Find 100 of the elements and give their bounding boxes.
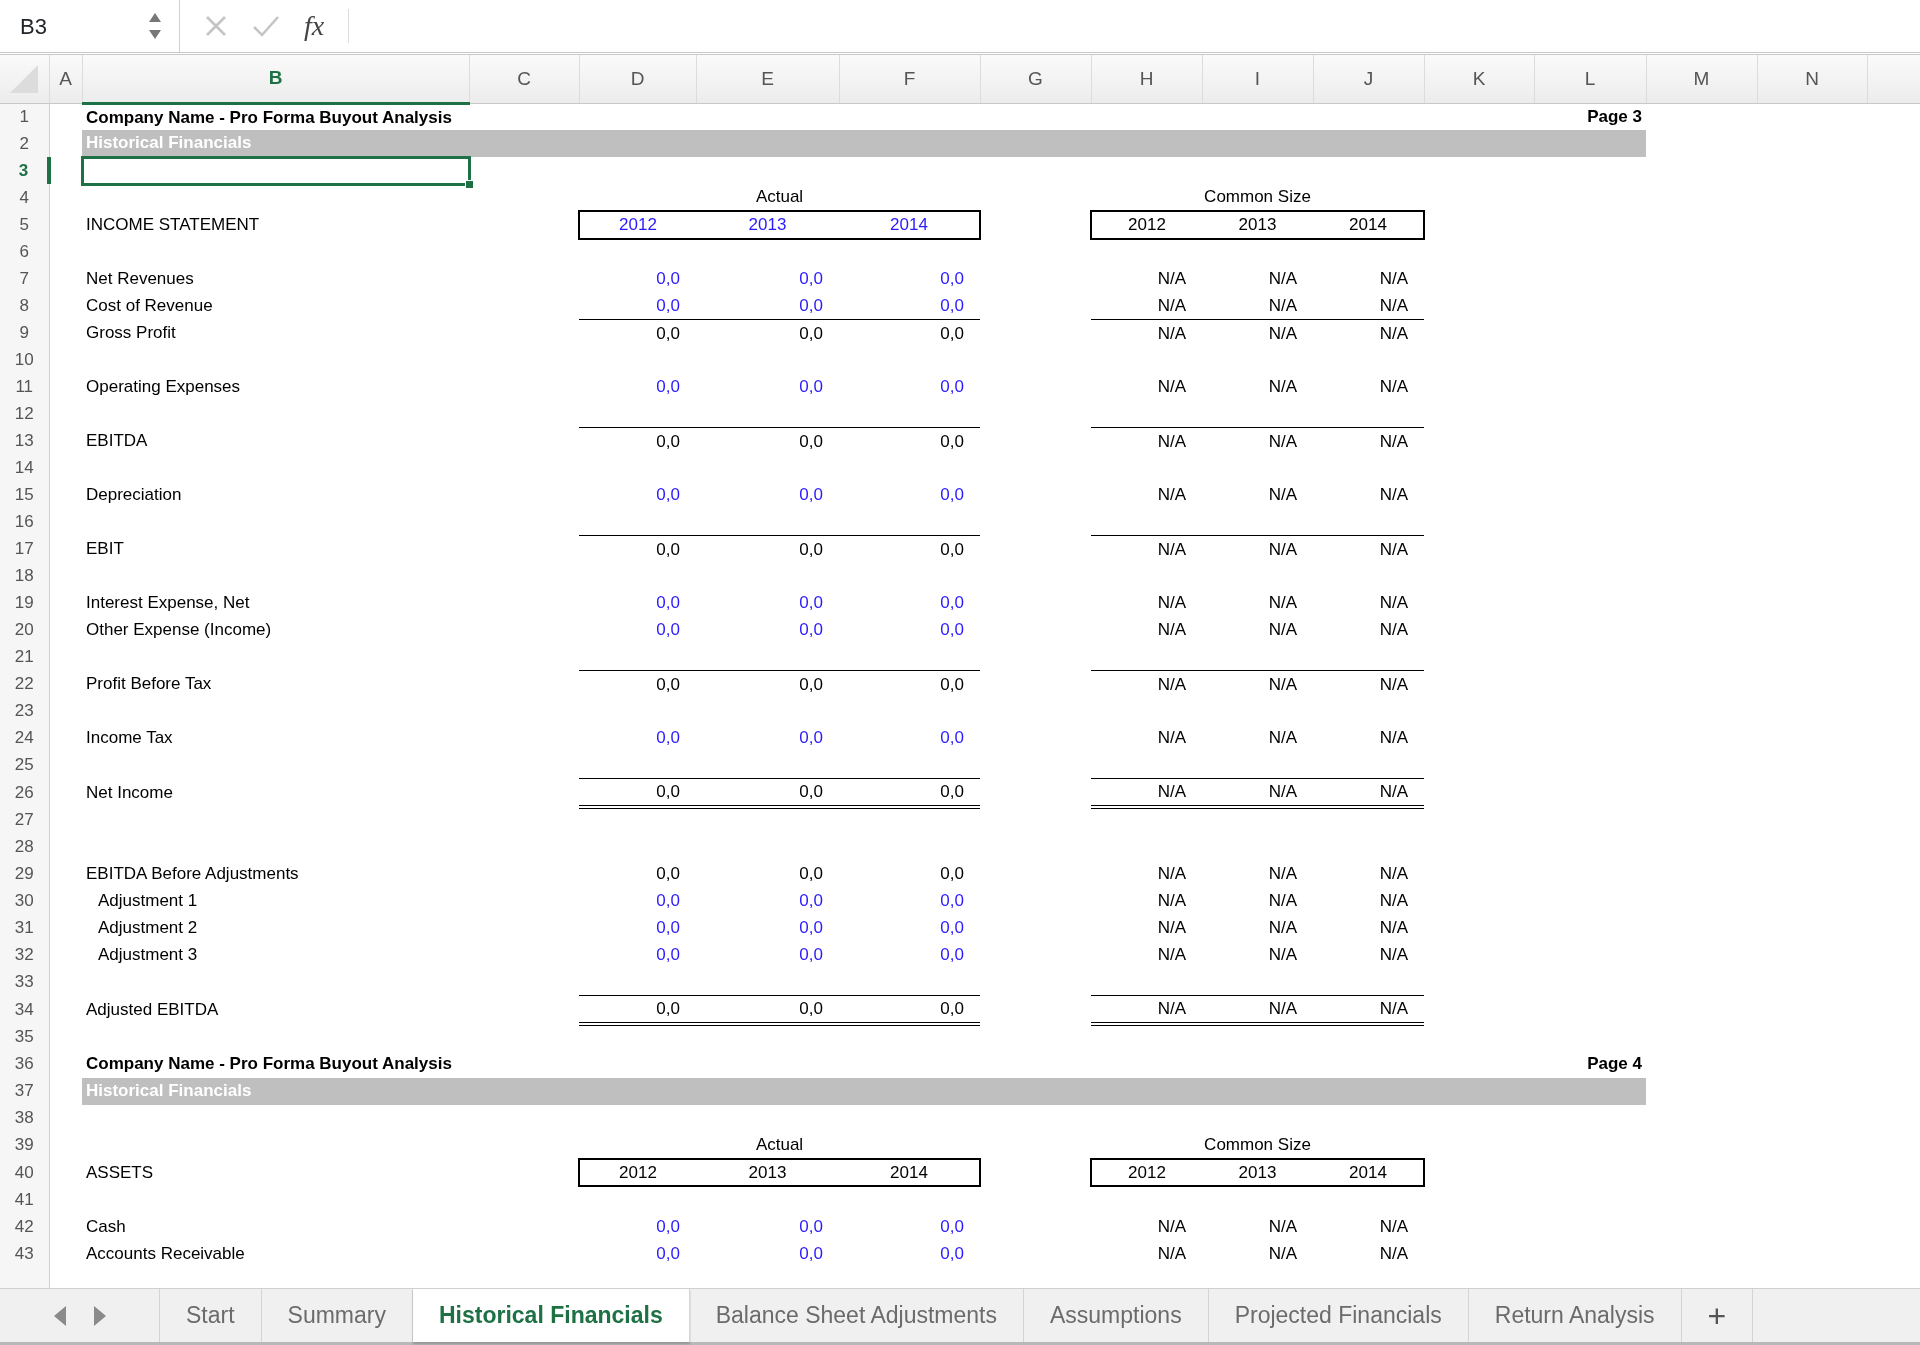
row-header[interactable]: 14 — [0, 454, 49, 482]
column-header[interactable]: F — [839, 55, 980, 103]
row-header[interactable]: 13 — [0, 427, 49, 455]
row-header[interactable]: 32 — [0, 941, 49, 969]
row-header[interactable]: 23 — [0, 697, 49, 725]
row-header[interactable]: 28 — [0, 833, 49, 861]
sheet-tab[interactable]: Projected Financials — [1208, 1289, 1469, 1342]
value-cell-text: 0,0 — [798, 1215, 824, 1238]
row-header[interactable]: 6 — [0, 238, 49, 266]
sheet-tab[interactable]: Start — [160, 1289, 262, 1342]
value-cell: 0,0 — [839, 995, 980, 1024]
value-cell-text: N/A — [1267, 268, 1298, 291]
column-header[interactable]: A — [49, 55, 82, 103]
row-header[interactable]: 38 — [0, 1104, 49, 1132]
value-cell-text: 0,0 — [655, 944, 681, 967]
row-header[interactable]: 43 — [0, 1240, 49, 1267]
value-cell-text: 0,0 — [939, 268, 965, 291]
row-header[interactable]: 2 — [0, 130, 49, 157]
row-header[interactable]: 42 — [0, 1213, 49, 1240]
row-header[interactable]: 29 — [0, 860, 49, 888]
value-cell: 0,0 — [696, 535, 839, 563]
value-cell-text: 0,0 — [939, 917, 965, 940]
row-header[interactable]: 40 — [0, 1158, 49, 1186]
row-header[interactable]: 11 — [0, 373, 49, 401]
year-header: 2014 — [839, 211, 980, 239]
row-header[interactable]: 9 — [0, 319, 49, 347]
value-cell: 0,0 — [696, 292, 839, 320]
sheet-tab[interactable]: Return Analysis — [1468, 1289, 1682, 1342]
value-cell-text: N/A — [1267, 1242, 1298, 1265]
sheet-tab[interactable]: Summary — [261, 1289, 413, 1342]
column-header[interactable]: C — [469, 55, 579, 103]
value-cell-text: 0,0 — [655, 268, 681, 291]
name-box[interactable]: B3 — [20, 9, 47, 43]
check-icon[interactable] — [252, 14, 280, 38]
column-header[interactable]: J — [1313, 55, 1424, 103]
row-header[interactable]: 24 — [0, 724, 49, 752]
row-header[interactable]: 12 — [0, 400, 49, 428]
value-cell-text: 0,0 — [655, 376, 681, 399]
row-header[interactable]: 1 — [0, 103, 49, 130]
scroll-right-icon[interactable] — [91, 1304, 108, 1327]
row-header[interactable]: 39 — [0, 1131, 49, 1159]
row-header[interactable]: 41 — [0, 1186, 49, 1213]
row-header[interactable]: 36 — [0, 1050, 49, 1078]
row-header[interactable]: 35 — [0, 1023, 49, 1051]
row-header[interactable]: 16 — [0, 508, 49, 536]
year-header: 2012 — [1091, 211, 1202, 239]
stepper-icon[interactable] — [147, 11, 163, 41]
value-cell: N/A — [1202, 535, 1313, 563]
sheet-tab[interactable]: Historical Financials — [413, 1289, 690, 1342]
value-cell: N/A — [1202, 995, 1313, 1024]
row-header[interactable]: 10 — [0, 346, 49, 374]
value-cell-text: 0,0 — [798, 727, 824, 750]
value-cell: 0,0 — [839, 427, 980, 455]
row-header[interactable]: 21 — [0, 643, 49, 671]
row-header[interactable]: 27 — [0, 806, 49, 834]
row-header[interactable]: 26 — [0, 778, 49, 807]
row-header[interactable]: 18 — [0, 562, 49, 590]
value-cell: 0,0 — [579, 535, 696, 563]
column-header[interactable]: M — [1646, 55, 1757, 103]
value-cell-text: 0,0 — [798, 890, 824, 913]
row-header[interactable]: 15 — [0, 481, 49, 509]
value-cell-text: 0,0 — [798, 863, 824, 886]
row-header[interactable]: 3 — [0, 157, 49, 184]
row-label: Adjustment 3 — [97, 944, 199, 967]
column-header[interactable]: L — [1534, 55, 1646, 103]
cancel-icon[interactable] — [204, 14, 228, 38]
column-header[interactable]: H — [1091, 55, 1202, 103]
year-header: 2014 — [1313, 211, 1424, 239]
row-header[interactable]: 22 — [0, 670, 49, 698]
sheet-tab[interactable]: Balance Sheet Adjustments — [689, 1289, 1024, 1342]
row-header[interactable]: 4 — [0, 184, 49, 211]
value-cell-text: 0,0 — [798, 944, 824, 967]
add-sheet-button[interactable]: + — [1681, 1289, 1754, 1342]
value-cell-text: 0,0 — [655, 863, 681, 886]
sheet-tab[interactable]: Assumptions — [1024, 1289, 1209, 1342]
row-header[interactable]: 20 — [0, 616, 49, 644]
row-header[interactable]: 7 — [0, 265, 49, 293]
value-cell: N/A — [1202, 292, 1313, 320]
row-header[interactable]: 5 — [0, 211, 49, 239]
column-header[interactable]: D — [579, 55, 696, 103]
column-header[interactable]: G — [980, 55, 1091, 103]
column-header[interactable]: K — [1424, 55, 1534, 103]
row-header[interactable]: 37 — [0, 1077, 49, 1105]
row-header[interactable]: 19 — [0, 589, 49, 617]
row-header[interactable]: 30 — [0, 887, 49, 915]
value-cell: 0,0 — [839, 778, 980, 807]
column-header[interactable]: I — [1202, 55, 1313, 103]
row-header[interactable]: 33 — [0, 968, 49, 996]
column-header[interactable]: E — [696, 55, 839, 103]
value-cell: 0,0 — [579, 292, 696, 320]
fx-button[interactable]: fx — [304, 5, 325, 47]
row-header[interactable]: 34 — [0, 995, 49, 1024]
column-header[interactable]: N — [1757, 55, 1867, 103]
row-header[interactable]: 31 — [0, 914, 49, 942]
row-header[interactable]: 8 — [0, 292, 49, 320]
column-header[interactable]: B — [82, 55, 469, 103]
row-label: Depreciation — [85, 484, 183, 507]
row-header[interactable]: 25 — [0, 751, 49, 779]
fill-handle[interactable] — [464, 179, 474, 189]
row-header[interactable]: 17 — [0, 535, 49, 563]
